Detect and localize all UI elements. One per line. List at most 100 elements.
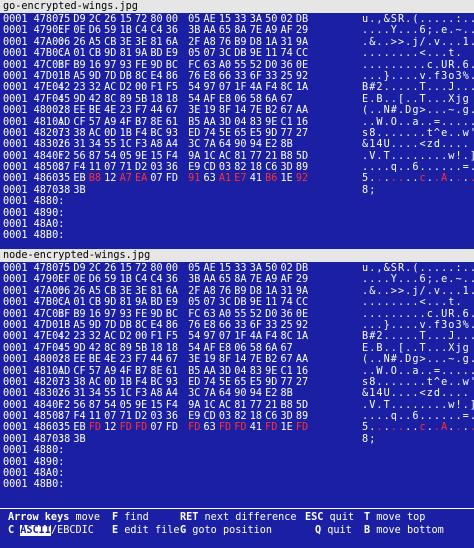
hex-byte: 16	[88, 59, 102, 71]
hex-byte: 3D	[280, 162, 293, 174]
ascii-char: .	[426, 173, 433, 185]
ascii-char: .	[470, 263, 474, 274]
hex-row: 0001 4820: 73 38 AC 0D 1B F4 BC 93 ED 74 5E 65 E5 9D 77…	[0, 128, 474, 139]
hex-panel: 0001 4780: 75 D9 2C 26 15 72 80 00 05 AE 15 33 3A 50 02…	[0, 13, 474, 249]
ascii-char: .	[441, 162, 448, 174]
hex-byte: D2	[134, 162, 148, 174]
row-offset: 0001 4870:	[3, 433, 65, 445]
hex-byte: 03	[218, 411, 232, 423]
hex-byte: 97	[104, 59, 117, 71]
ascii-char: .	[390, 59, 397, 71]
row-offset: 0001 47C0:	[3, 308, 65, 320]
hex-byte: 61	[165, 365, 179, 377]
ascii-char: .	[448, 285, 455, 297]
hex-byte: FD	[165, 422, 179, 434]
ascii-char: .	[455, 376, 462, 388]
ascii-char: .	[405, 48, 412, 60]
ascii-char: .	[448, 173, 455, 185]
hex-byte: 9D	[265, 127, 278, 139]
hex-byte: 7E	[249, 105, 262, 117]
hex-bytes: BF B9 16 97 93 FE 9D BC FC 63 A0 55 52 D0 36 0E	[58, 309, 311, 320]
hex-byte: 94	[249, 139, 262, 151]
hex-byte: AC	[88, 127, 102, 139]
hex-byte: F1	[150, 331, 163, 343]
help-key: E	[112, 525, 119, 536]
ascii-column: .........c.UR.6.	[362, 60, 474, 71]
ascii-char: .	[369, 14, 376, 25]
hex-byte: 1B	[119, 274, 132, 286]
hex-byte: C4	[150, 25, 163, 37]
hex-byte: 3C	[188, 388, 201, 400]
hex-byte: 35	[58, 173, 71, 185]
ascii-char: 6	[419, 25, 426, 37]
hex-byte: 28	[58, 354, 71, 366]
hex-bytes: 45 9D 42 8C 89 5B 18 18 54 AF E8 06 58 6A 67	[58, 94, 296, 105]
ascii-char: .	[383, 82, 390, 94]
ascii-char: .	[441, 331, 448, 343]
ascii-char: .	[426, 93, 433, 105]
help-key: RET	[180, 512, 199, 523]
hex-byte: 6A	[165, 285, 179, 297]
hex-byte: 26	[58, 139, 71, 151]
hex-byte: 9D	[265, 376, 278, 388]
ascii-char: .	[397, 127, 405, 139]
hex-byte: 9A	[134, 297, 148, 309]
row-offset: 0001 47E0:	[3, 82, 65, 94]
ascii-char: .	[362, 25, 369, 37]
ascii-char: .	[405, 263, 412, 274]
ascii-char: a	[412, 365, 419, 377]
hex-byte: 54	[188, 331, 201, 343]
hex-byte: 04	[234, 116, 247, 128]
ascii-char: .	[405, 82, 412, 94]
ascii-char: .	[397, 422, 405, 434]
ascii-char: .	[448, 411, 455, 423]
hex-byte: 81	[234, 150, 247, 162]
hex-row: 0001 47E0: 42 23 32 AC D2 00 F1 F5 54 97 07 1F 4A F4 8C…	[0, 82, 474, 93]
ascii-char: z	[426, 139, 433, 151]
ascii-char: .	[369, 365, 376, 377]
ascii-char: 1	[462, 285, 469, 297]
hex-row: 0001 4790: EF 0E D6 59 1B C4 C4 36 3B AA 65 8A 7E A9 AF…	[0, 274, 474, 285]
ascii-char: .	[433, 411, 441, 423]
hex-byte: 82	[234, 162, 247, 174]
ascii-char: c	[426, 308, 433, 320]
ascii-char: .	[462, 173, 469, 185]
hex-row: 0001 4830: 26 31 34 55 1C F3 A8 A4 3C 7A 64 90 94 E2 8B…	[0, 139, 474, 150]
hex-row: 0001 47F0: 45 9D 42 8C 89 5B 18 18 54 AF E8 06 58 6A 67…	[0, 94, 474, 105]
ascii-char: .	[470, 105, 474, 116]
hex-bytes: 87 F4 11 07 71 D2 03 36 E9 CD 03 82 18 C6 3D 89	[58, 162, 311, 173]
help-text: move bottom	[376, 525, 444, 536]
row-offset: 0001 47F0:	[3, 342, 65, 354]
hex-byte: 23	[119, 354, 132, 366]
hex-byte: FD	[218, 422, 232, 434]
hex-byte: AD	[58, 365, 71, 377]
ascii-char: .	[433, 82, 441, 94]
hex-byte: 93	[165, 376, 179, 388]
ascii-char: .	[405, 150, 412, 162]
ascii-char: >	[390, 36, 397, 48]
hex-byte: 9A	[295, 285, 309, 297]
ascii-char: g	[412, 105, 419, 117]
hex-byte: 97	[203, 82, 216, 94]
ascii-char: .	[433, 399, 441, 411]
ascii-char: .	[376, 48, 383, 60]
ascii-char: .	[433, 173, 441, 185]
hex-byte: 8E	[150, 116, 163, 128]
hex-byte: 72	[134, 263, 148, 274]
hex-byte: AC	[218, 150, 232, 162]
hex-byte: A9	[104, 365, 117, 377]
ascii-char: .	[397, 48, 405, 60]
hex-byte: 6F	[249, 70, 262, 82]
ascii-char: .	[390, 127, 397, 139]
ascii-char: .	[441, 139, 448, 151]
hex-byte: 1B	[119, 25, 132, 37]
hex-row: 0001 47D0: 1B A5 9D 7D DB 8C E4 86 76 E8 66 33 6F 33 25…	[0, 71, 474, 82]
hex-byte: 00	[165, 263, 179, 274]
hex-byte: 32	[88, 331, 102, 343]
hex-byte: 8E	[150, 365, 163, 377]
help-item: T move top	[364, 512, 425, 524]
ascii-char: c	[419, 173, 426, 185]
hex-byte: 33	[234, 70, 247, 82]
ascii-char: .	[405, 365, 412, 377]
ascii-char: j	[412, 285, 419, 297]
